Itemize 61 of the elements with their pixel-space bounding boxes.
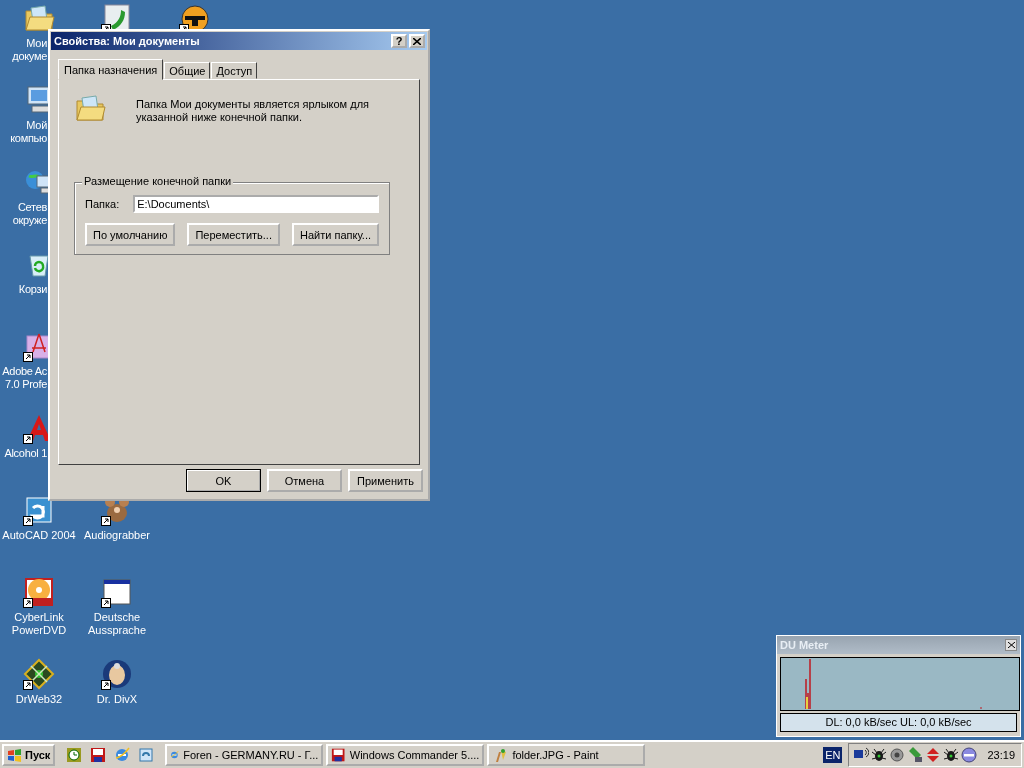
description-text: Папка Мои документы является ярлыком для указанной ниже конечной папки.: [136, 98, 370, 124]
tab[interactable]: Доступ: [211, 62, 258, 79]
shortcut-arrow-icon: [101, 516, 111, 526]
bug-icon[interactable]: [943, 747, 960, 763]
folder-icon: [23, 2, 55, 34]
bug-icon[interactable]: [871, 747, 888, 763]
clock-text: 23:19: [987, 749, 1015, 761]
windows-logo-icon: [7, 748, 22, 762]
desktop-icon-label[interactable]: Deutsche Aussprache: [87, 611, 147, 637]
up-down-arrows-icon[interactable]: [925, 747, 942, 763]
start-button[interactable]: Пуск: [2, 744, 56, 766]
doctor-icon: [101, 658, 133, 690]
speaker-icon[interactable]: [889, 747, 906, 763]
folder-icon: [74, 92, 106, 124]
meter-reading: DL: 0,0 kB/sec UL: 0,0 kB/sec: [780, 713, 1017, 732]
desktop-icon-label[interactable]: DrWeb32: [15, 693, 63, 706]
button[interactable]: OK: [186, 469, 261, 492]
button[interactable]: Переместить...: [187, 223, 280, 246]
window-title: Свойства: Мои документы: [54, 35, 200, 47]
shortcut-arrow-icon: [23, 598, 33, 608]
desktop-icon-label[interactable]: Сетев окруже: [0, 201, 47, 227]
no-entry-icon[interactable]: [961, 747, 978, 763]
shortcut-arrow-icon: [23, 352, 33, 362]
shortcut-arrow-icon: [23, 680, 33, 690]
close-icon: [413, 37, 421, 45]
card-icon[interactable]: [907, 747, 924, 763]
field-label: Папка:: [85, 198, 120, 210]
language-indicator[interactable]: EN: [823, 747, 843, 763]
close-button[interactable]: [1005, 639, 1017, 651]
tab[interactable]: Папка назначения: [58, 59, 164, 80]
shortcut-arrow-icon: [101, 680, 111, 690]
browser-icon: [114, 747, 131, 763]
desktop-icon-label[interactable]: CyberLink PowerDVD: [11, 611, 67, 637]
group-title: Размещение конечной папки: [82, 175, 234, 187]
desktop-icon-label[interactable]: Dr. DivX: [96, 693, 138, 706]
desktop-icon-label[interactable]: Мой компью: [0, 119, 47, 145]
shortcut-arrow-icon: [23, 516, 33, 526]
desktop-icon-label[interactable]: Мои докуме: [0, 37, 47, 63]
button[interactable]: Отмена: [267, 469, 342, 492]
floppy-icon: [90, 747, 107, 763]
taskbar-button[interactable]: Windows Commander 5....: [326, 744, 485, 766]
floppy-icon: [331, 747, 346, 763]
desktop-icon-label[interactable]: Alcohol 1: [0, 447, 47, 460]
shortcut-arrow-icon: [23, 434, 33, 444]
folder-path-field[interactable]: E:\Documents\: [133, 195, 379, 213]
window-title: DU Meter: [780, 639, 829, 651]
shortcut-arrow-icon: [101, 598, 111, 608]
tab[interactable]: Общие: [164, 62, 211, 79]
taskbar-button[interactable]: Foren - GERMANY.RU - Г...: [165, 744, 324, 766]
button[interactable]: По умолчанию: [85, 223, 176, 246]
close-icon: [1007, 642, 1015, 648]
desktop-icon-label[interactable]: Корзи: [0, 283, 47, 296]
window-icon: [101, 576, 133, 608]
button[interactable]: Применить: [348, 469, 423, 492]
desktop-icon-label[interactable]: Audiograbber: [83, 529, 151, 542]
desktop-icon-label[interactable]: AutoCAD 2004: [2, 529, 76, 542]
clock-icon: [66, 747, 83, 763]
desktop-icon-label[interactable]: Adobe Ac 7.0 Profe: [0, 365, 47, 391]
taskbar-button[interactable]: folder.JPG - Paint: [487, 744, 646, 766]
help-button[interactable]: ?: [391, 34, 407, 48]
button[interactable]: Найти папку...: [292, 223, 379, 246]
